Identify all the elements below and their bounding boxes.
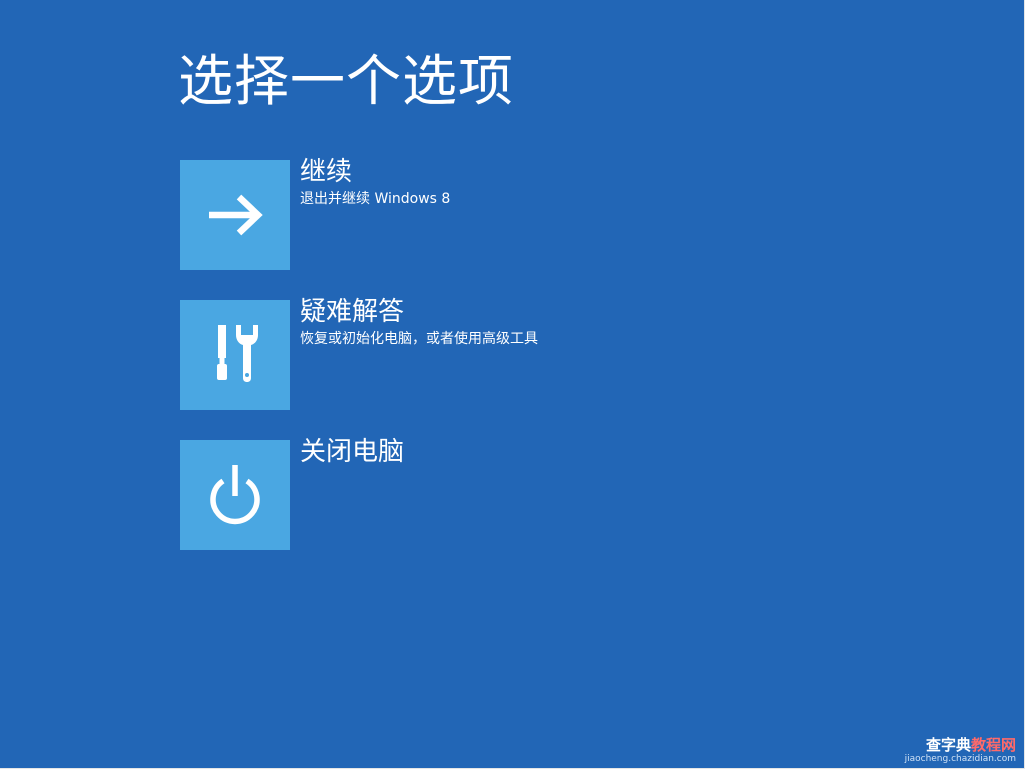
watermark-name-white: 查字典 [925,736,971,754]
continue-description: 退出并继续 Windows 8 [300,191,451,207]
shutdown-tile[interactable] [180,440,290,550]
continue-tile[interactable] [180,160,290,270]
troubleshoot-option[interactable]: 疑难解答 恢复或初始化电脑，或者使用高级工具 [180,297,560,410]
continue-option[interactable]: 继续 退出并继续 Windows 8 [180,157,560,270]
watermark-url: jiaocheng.chazidian.com [904,754,1016,764]
tools-icon [217,325,258,382]
recovery-screen: 选择一个选项 继续 退出并继续 Windows 8 疑难解答 恢复或初始化电脑，… [0,0,1025,769]
continue-title: 继续 [300,157,353,187]
site-watermark: 查字典教程网 jiaocheng.chazidian.com [905,736,1016,764]
watermark-name-red: 教程网 [970,736,1016,754]
watermark-name: 查字典教程网 [905,736,1016,754]
shutdown-title: 关闭电脑 [300,437,405,467]
arrow-right-icon [209,194,263,236]
troubleshoot-tile[interactable] [180,300,290,410]
troubleshoot-description: 恢复或初始化电脑，或者使用高级工具 [300,331,538,347]
power-icon [210,465,260,525]
troubleshoot-title: 疑难解答 [300,297,405,327]
page-title: 选择一个选项 [178,49,515,113]
shutdown-option[interactable]: 关闭电脑 [180,437,560,550]
